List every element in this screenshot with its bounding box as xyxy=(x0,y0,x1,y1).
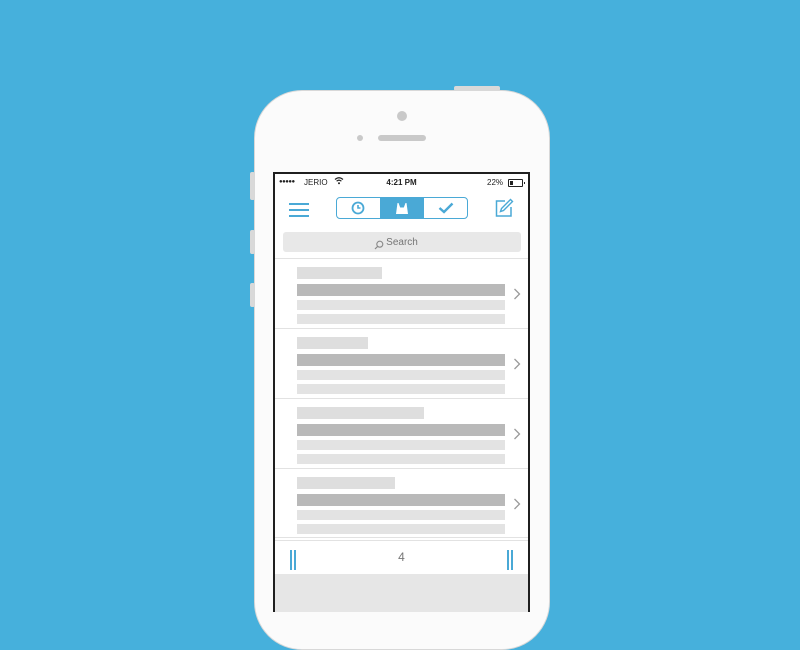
message-preview-line xyxy=(297,454,505,464)
message-preview-line xyxy=(297,510,505,520)
hamburger-menu-icon[interactable] xyxy=(289,203,309,219)
message-title-placeholder xyxy=(297,477,395,489)
checkmark-icon xyxy=(438,202,454,214)
list-item[interactable] xyxy=(275,468,528,538)
clock-icon xyxy=(351,201,365,215)
inbox-icon xyxy=(396,202,408,214)
message-preview-line xyxy=(297,524,505,534)
pager-right-handle[interactable] xyxy=(507,550,513,570)
message-title-placeholder xyxy=(297,267,382,279)
search-icon xyxy=(374,237,384,255)
message-subject-placeholder xyxy=(297,494,505,506)
chevron-right-icon xyxy=(513,427,521,445)
chevron-right-icon xyxy=(513,497,521,515)
list-item[interactable] xyxy=(275,328,528,398)
message-preview-line xyxy=(297,314,505,324)
phone-screen: ●●●●● JERIO 4:21 PM 22% Search 4 xyxy=(273,172,530,612)
chevron-right-icon xyxy=(513,287,521,305)
message-preview-line xyxy=(297,440,505,450)
list-item[interactable] xyxy=(275,258,528,328)
tab-done[interactable] xyxy=(423,198,467,218)
bottom-panel xyxy=(275,574,528,612)
battery-icon xyxy=(508,179,525,187)
compose-button[interactable] xyxy=(494,198,514,218)
tab-inbox[interactable] xyxy=(379,198,424,218)
compose-icon xyxy=(495,198,514,217)
pager-bar: 4 xyxy=(275,540,528,574)
battery-percentage: 22% xyxy=(487,178,504,187)
message-title-placeholder xyxy=(297,407,424,419)
message-preview-line xyxy=(297,384,505,394)
toolbar xyxy=(275,191,528,227)
page-number: 4 xyxy=(398,550,405,564)
status-bar: ●●●●● JERIO 4:21 PM 22% xyxy=(275,174,528,191)
proximity-sensor xyxy=(357,135,363,141)
message-preview-line xyxy=(297,370,505,380)
tab-later[interactable] xyxy=(337,198,380,218)
message-list xyxy=(275,258,528,538)
list-item[interactable] xyxy=(275,398,528,468)
front-camera xyxy=(397,111,407,121)
mailbox-segmented-control xyxy=(336,197,468,219)
search-input[interactable] xyxy=(283,232,521,252)
message-subject-placeholder xyxy=(297,354,505,366)
message-subject-placeholder xyxy=(297,424,505,436)
message-preview-line xyxy=(297,300,505,310)
message-subject-placeholder xyxy=(297,284,505,296)
earpiece-speaker xyxy=(378,135,426,141)
message-title-placeholder xyxy=(297,337,368,349)
chevron-right-icon xyxy=(513,357,521,375)
